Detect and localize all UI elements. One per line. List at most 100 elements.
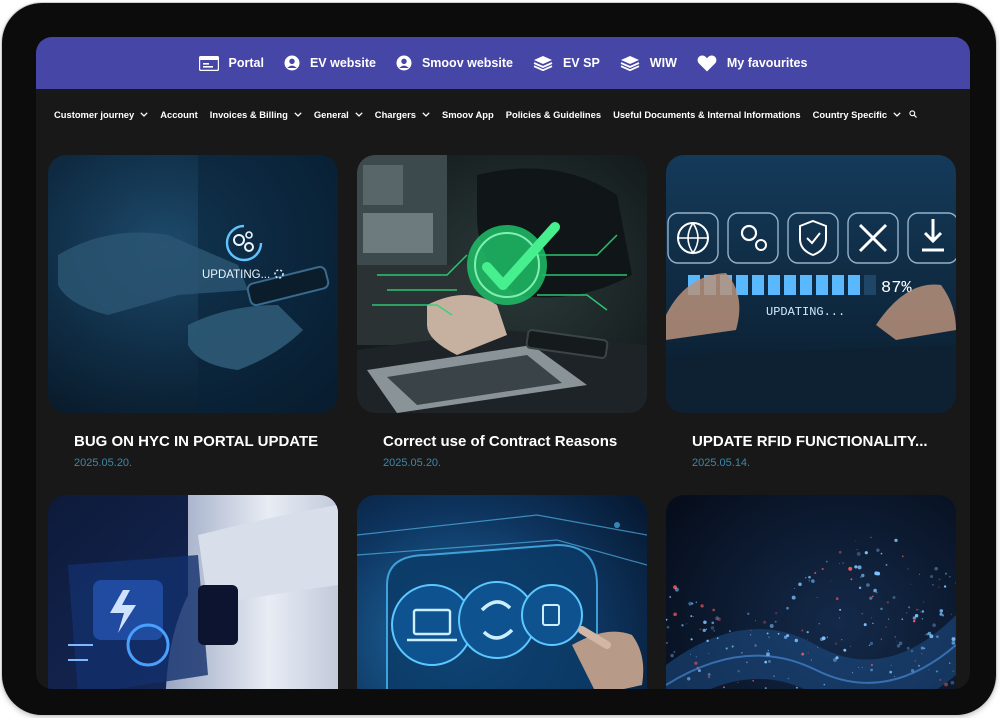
particle-dot: [951, 637, 956, 642]
particle-dot: [871, 595, 874, 598]
post-thumbnail[interactable]: [357, 495, 647, 689]
particle-dot: [703, 620, 707, 624]
particle-dot: [938, 586, 940, 589]
nav-item-country-specific[interactable]: Country Specific: [813, 109, 902, 120]
particle-dot: [763, 620, 767, 624]
category-nav: Customer journey Account Invoices & Bill…: [36, 89, 970, 139]
post-card[interactable]: [357, 495, 647, 689]
particle-dot: [808, 575, 811, 579]
portal-icon: [198, 55, 219, 71]
particle-dot: [854, 565, 858, 569]
nav-item-general[interactable]: General: [314, 109, 363, 120]
particle-dot: [838, 550, 842, 554]
particle-dot: [767, 649, 769, 652]
particle-dot: [694, 661, 698, 665]
nav-item-account[interactable]: Account: [160, 109, 198, 120]
particle-dot: [943, 585, 947, 588]
particle-dot: [843, 648, 847, 652]
screen: Portal EV website Smoov website EV SP WI…: [36, 37, 970, 689]
particle-dot: [949, 576, 951, 578]
chevron-down-icon: [140, 111, 148, 117]
particle-dot: [746, 661, 748, 664]
topbar-link-ev-sp[interactable]: EV SP: [533, 55, 600, 71]
particle-dot: [723, 686, 725, 689]
particle-dot: [754, 620, 756, 622]
particle-dot: [823, 683, 826, 686]
particle-dot: [673, 650, 676, 654]
post-date: 2025.05.20.: [383, 457, 442, 469]
post-card[interactable]: UPDATING... BUG ON HYC IN PORTAL UPDATE …: [48, 155, 338, 469]
particle-dot: [729, 630, 731, 632]
particle-dot: [717, 617, 721, 622]
post-title[interactable]: BUG ON HYC IN PORTAL UPDATE: [74, 433, 318, 450]
search-icon[interactable]: [909, 110, 918, 118]
particle-dot: [795, 686, 798, 689]
nav-item-policies-guidelines[interactable]: Policies & Guidelines: [506, 109, 601, 120]
particle-dot: [818, 623, 820, 625]
particle-dot: [741, 651, 743, 654]
overlay-text: UPDATING...: [202, 269, 270, 281]
particle-dot: [921, 610, 925, 613]
particle-dot: [764, 687, 767, 689]
nav-item-invoices-billing[interactable]: Invoices & Billing: [210, 109, 302, 120]
post-thumbnail[interactable]: UPDATING...: [48, 155, 338, 413]
chevron-down-icon: [294, 111, 302, 117]
particle-dot: [774, 611, 778, 615]
topbar-link-wiw[interactable]: WIW: [620, 55, 677, 71]
particle-dot: [695, 655, 698, 658]
particle-dot: [805, 577, 807, 579]
nav-item-useful-documents[interactable]: Useful Documents & Internal Informations: [613, 109, 801, 120]
post-thumbnail[interactable]: 87% UPDATING...: [666, 155, 956, 413]
particle-dot: [690, 653, 691, 655]
topbar-link-portal[interactable]: Portal: [198, 55, 264, 71]
topbar-link-my-favourites[interactable]: My favourites: [697, 55, 807, 72]
particle-dot: [712, 608, 716, 612]
particle-dot: [914, 660, 916, 662]
particle-dot: [855, 540, 857, 542]
post-card[interactable]: Correct use of Contract Reasons 2025.05.…: [357, 155, 647, 469]
particle-dot: [686, 677, 691, 681]
particle-dot: [841, 639, 843, 641]
post-title[interactable]: Correct use of Contract Reasons: [383, 433, 617, 450]
post-thumbnail[interactable]: [357, 155, 647, 413]
particle-dot: [839, 608, 842, 611]
particle-dot: [952, 670, 954, 672]
particle-dot: [870, 536, 872, 539]
particle-dot: [801, 652, 805, 656]
particle-dot: [700, 604, 704, 608]
particle-dot: [848, 566, 853, 571]
particle-dot: [811, 579, 815, 583]
chevron-down-icon: [422, 111, 430, 117]
post-thumbnail[interactable]: [666, 495, 956, 689]
particle-dot: [910, 583, 912, 585]
particle-dot: [935, 670, 938, 673]
post-card[interactable]: [48, 495, 338, 689]
topbar-link-smoov-website[interactable]: Smoov website: [396, 55, 513, 71]
particle-dot: [880, 638, 883, 640]
nav-item-label: Useful Documents & Internal Informations: [613, 108, 801, 120]
post-card[interactable]: [666, 495, 956, 689]
particle-dot: [892, 595, 896, 600]
topbar-link-ev-website[interactable]: EV website: [284, 55, 376, 71]
overlay-text: UPDATING...: [766, 305, 845, 319]
post-thumbnail[interactable]: [48, 495, 338, 689]
post-card[interactable]: 87% UPDATING... UPDATE RFID FUNCTIONALIT…: [666, 155, 956, 469]
particle-dot: [870, 617, 872, 619]
particle-dot: [885, 626, 887, 628]
particle-dot: [894, 538, 898, 543]
nav-item-customer-journey[interactable]: Customer journey: [54, 109, 148, 120]
particle-dot: [858, 666, 860, 668]
particle-dot: [920, 611, 922, 613]
nav-item-label: Smoov App: [441, 108, 494, 120]
particle-dot: [688, 601, 692, 606]
particle-dot: [889, 670, 893, 674]
nav-item-chargers[interactable]: Chargers: [375, 109, 430, 120]
particle-dot: [869, 596, 873, 600]
stack-icon: [620, 56, 640, 71]
particle-dot: [928, 669, 930, 671]
post-title[interactable]: UPDATE RFID FUNCTIONALITY...: [692, 433, 928, 450]
particle-dot: [861, 666, 863, 669]
nav-item-smoov-app[interactable]: Smoov App: [442, 109, 494, 120]
particle-dot: [786, 606, 789, 610]
particle-dot: [944, 572, 948, 575]
